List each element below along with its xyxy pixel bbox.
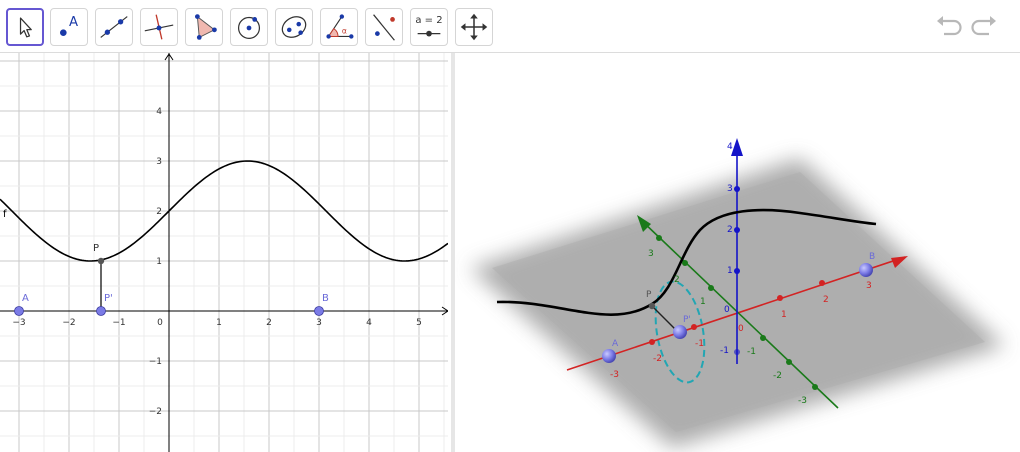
y-tick-label: -1 — [747, 347, 756, 357]
move-arrow-icon — [19, 17, 32, 38]
x-tick-label: 3 — [316, 318, 322, 328]
point-b-3d-label: B — [869, 252, 875, 262]
undo-icon[interactable] — [933, 12, 963, 42]
point-p-prime-label: P' — [104, 293, 113, 304]
y-tick-label: 2 — [674, 275, 680, 285]
axis-tick-labels: −3 −2 −1 0 1 2 3 4 5 −2 −1 1 2 3 4 — [12, 107, 422, 417]
point-p-3d[interactable] — [648, 302, 656, 310]
x-tick-label: 1 — [216, 318, 222, 328]
polygon-icon — [195, 14, 217, 40]
y-tick-label: 1 — [156, 257, 162, 267]
point-a-3d-label: A — [612, 339, 619, 349]
z-tick-label: 0 — [724, 305, 730, 315]
ellipse-icon — [281, 16, 307, 38]
z-tick-label: 3 — [727, 184, 733, 194]
x-tick-label: 5 — [416, 318, 422, 328]
x-tick-label: −3 — [12, 318, 25, 328]
reflect-tool-button[interactable] — [365, 8, 403, 46]
angle-tool-label: α — [342, 27, 347, 36]
x-tick-label: 0 — [157, 318, 163, 328]
grid — [0, 53, 448, 452]
graphics-2d-canvas[interactable]: −3 −2 −1 0 1 2 3 4 5 −2 −1 1 2 3 4 f A B… — [0, 53, 448, 452]
point-p[interactable] — [97, 257, 105, 265]
ellipse-tool-button[interactable] — [275, 8, 313, 46]
x-tick-label: -1 — [695, 339, 704, 349]
y-tick-label: -3 — [798, 396, 807, 406]
move-graphics-tool-button[interactable] — [455, 8, 493, 46]
angle-icon: α — [326, 14, 354, 39]
perpendicular-tool-button[interactable] — [140, 8, 178, 46]
x-tick-label: 4 — [366, 318, 372, 328]
point-tool-label: A — [69, 15, 78, 30]
toolbar: A α a = 2 — [0, 0, 1020, 53]
axes — [0, 53, 448, 452]
point-p-prime[interactable] — [96, 306, 106, 316]
x-tick-label: −1 — [112, 318, 125, 328]
line-through-two-points-icon — [100, 16, 128, 38]
point-b-3d[interactable] — [859, 263, 873, 277]
y-tick-label: −1 — [149, 357, 162, 367]
point-a-3d[interactable] — [602, 349, 616, 363]
redo-icon[interactable] — [970, 12, 1000, 42]
polygon-tool-button[interactable] — [185, 8, 223, 46]
x-tick-label: 1 — [781, 310, 787, 320]
x-tick-label: -3 — [610, 370, 619, 380]
point-icon: A — [60, 15, 78, 36]
function-f-label: f — [3, 209, 7, 220]
x-tick-label: -2 — [653, 354, 662, 364]
z-tick-label: 4 — [727, 142, 733, 152]
line-tool-button[interactable] — [95, 8, 133, 46]
circle-tool-button[interactable] — [230, 8, 268, 46]
point-b[interactable] — [314, 306, 324, 316]
point-b-label: B — [322, 293, 329, 304]
graphics-view-2d[interactable]: −3 −2 −1 0 1 2 3 4 5 −2 −1 1 2 3 4 f A B… — [0, 53, 448, 452]
x-tick-label: 2 — [266, 318, 272, 328]
y-tick-label: 3 — [156, 157, 162, 167]
point-p-prime-3d-label: P' — [683, 315, 691, 325]
y-tick-label: −2 — [149, 407, 162, 417]
y-tick-label: 3 — [648, 249, 654, 259]
point-p-3d-label: P — [646, 290, 652, 300]
perpendicular-line-icon — [144, 14, 174, 40]
reflect-about-line-icon — [373, 14, 395, 41]
angle-tool-button[interactable]: α — [320, 8, 358, 46]
x-tick-label: 2 — [823, 295, 829, 305]
point-p-label: P — [93, 243, 99, 254]
x-tick-label: −2 — [62, 318, 75, 328]
move-graphics-view-icon — [460, 13, 488, 41]
y-tick-label: 4 — [156, 107, 162, 117]
point-tool-button[interactable]: A — [50, 8, 88, 46]
x-tick-label: 3 — [866, 281, 872, 291]
circle-center-point-icon — [237, 16, 261, 39]
y-tick-label: -2 — [773, 371, 782, 381]
z-tick-label: -1 — [720, 346, 729, 356]
point-a-label: A — [22, 293, 29, 304]
point-p-prime-3d[interactable] — [673, 325, 687, 339]
y-tick-label: 2 — [156, 207, 162, 217]
move-tool-button[interactable] — [6, 8, 44, 46]
slider-icon — [417, 30, 441, 37]
point-a[interactable] — [14, 306, 24, 316]
z-tick-label: 1 — [727, 266, 733, 276]
graphics-3d-canvas[interactable]: P B P' A 4 3 2 1 0 -1 0 1 2 3 -1 -2 -3 3… — [455, 53, 1020, 452]
x-tick-label: 0 — [738, 324, 744, 334]
z-axis-arrow-3d — [731, 138, 743, 156]
z-tick-label: 2 — [727, 225, 733, 235]
y-tick-label: 1 — [700, 297, 706, 307]
slider-tool-button[interactable]: a = 2 — [410, 8, 448, 46]
graphics-view-3d[interactable]: P B P' A 4 3 2 1 0 -1 0 1 2 3 -1 -2 -3 3… — [455, 53, 1020, 452]
